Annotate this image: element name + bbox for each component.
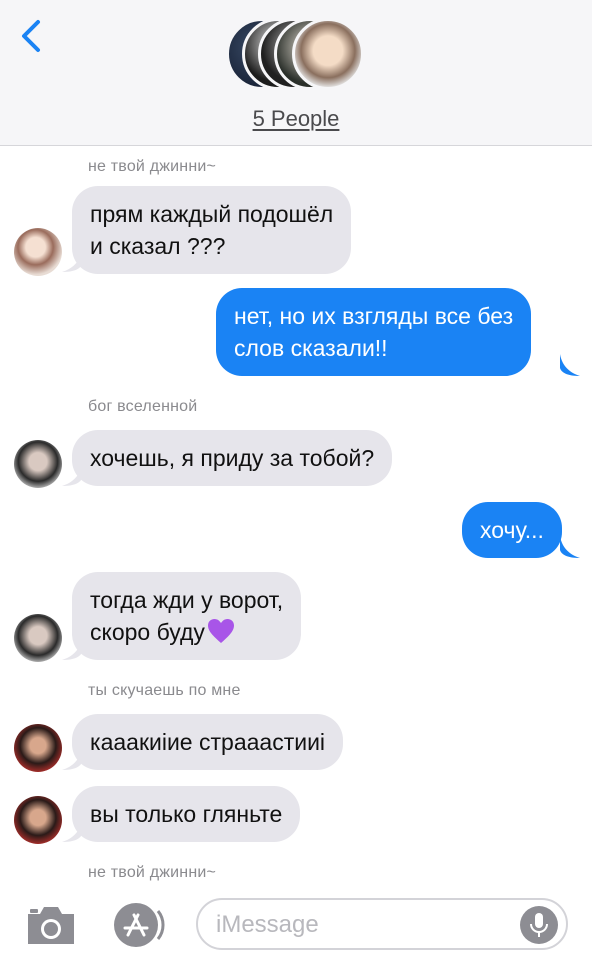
avatar[interactable] xyxy=(14,440,62,488)
message-line: прям каждый подошёл xyxy=(90,201,334,227)
message-bubble[interactable]: тогда жди у ворот, скоро буду xyxy=(72,572,302,660)
message-line: вы только гляньте xyxy=(90,801,283,827)
message-bubble[interactable]: нет, но их взгляды все без слов сказали!… xyxy=(216,288,532,376)
chevron-left-icon[interactable] xyxy=(14,18,50,54)
message-bubble[interactable]: хочу... xyxy=(462,502,562,558)
message-text: скоро буду xyxy=(90,619,205,645)
message-line: нет, но их взгляды все без xyxy=(234,303,514,329)
message-bubble[interactable]: вы только гляньте xyxy=(72,786,301,842)
message-line: скоро буду xyxy=(90,616,283,648)
compose-bar xyxy=(0,890,592,960)
avatar[interactable] xyxy=(14,796,62,844)
sender-name: ты скучаешь по мне xyxy=(88,682,241,699)
message-line: тогда жди у ворот, xyxy=(90,587,284,613)
app-store-icon[interactable] xyxy=(110,901,166,949)
message-bubble[interactable]: кааакиiие страаастииi xyxy=(72,714,344,770)
sender-name: бог вселенной xyxy=(88,398,198,415)
message-input[interactable] xyxy=(216,908,506,942)
avatar[interactable] xyxy=(14,228,62,276)
avatar[interactable] xyxy=(14,724,62,772)
message-line: и сказал ??? xyxy=(90,233,226,259)
camera-icon[interactable] xyxy=(24,902,78,948)
bubble-tail xyxy=(560,536,580,558)
purple-heart-icon xyxy=(207,619,234,643)
message-line: слов сказали!! xyxy=(234,335,388,361)
message-bubble[interactable]: прям каждый подошёл и сказал ??? xyxy=(72,186,352,274)
avatar[interactable] xyxy=(14,614,62,662)
sender-name: не твой джинни~ xyxy=(88,864,217,881)
message-line: хочешь, я приду за тобой? xyxy=(90,445,375,471)
group-avatar-stack[interactable] xyxy=(226,18,366,94)
conversation-header: 5 People xyxy=(0,0,592,146)
bubble-tail xyxy=(560,354,580,376)
message-line: кааакиiие страаастииi xyxy=(90,729,326,755)
group-name[interactable]: 5 People xyxy=(0,106,592,132)
message-input-container[interactable] xyxy=(196,898,568,950)
microphone-icon[interactable] xyxy=(520,906,558,944)
message-bubble[interactable]: хочешь, я приду за тобой? xyxy=(72,430,393,486)
message-line: хочу... xyxy=(480,517,544,543)
sender-name: не твой джинни~ xyxy=(88,158,217,175)
group-avatar-5 xyxy=(292,18,364,90)
